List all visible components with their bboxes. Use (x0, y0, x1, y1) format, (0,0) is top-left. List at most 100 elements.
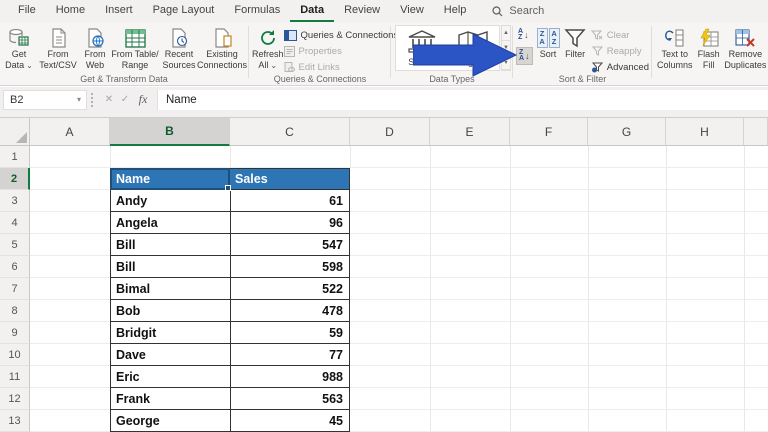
filter-button[interactable]: Filter (564, 25, 587, 60)
cell-A10[interactable] (30, 344, 110, 366)
tab-view[interactable]: View (390, 0, 434, 22)
column-header-A[interactable]: A (30, 118, 110, 146)
cell-A5[interactable] (30, 234, 110, 256)
cell-C12[interactable]: 563 (230, 388, 350, 410)
column-header-C[interactable]: C (230, 118, 350, 146)
cell-C4[interactable]: 96 (230, 212, 350, 234)
row-header-13[interactable]: 13 (0, 410, 30, 432)
cell-C13[interactable]: 45 (230, 410, 350, 432)
cell-C10[interactable]: 77 (230, 344, 350, 366)
row-header-7[interactable]: 7 (0, 278, 30, 300)
from-text-csv-button[interactable]: From Text/CSV (36, 25, 80, 71)
cell-B11[interactable]: Eric (110, 366, 230, 388)
cell-A4[interactable] (30, 212, 110, 234)
row-header-5[interactable]: 5 (0, 234, 30, 256)
cell-C7[interactable]: 522 (230, 278, 350, 300)
remove-duplicates-button[interactable]: Remove Duplicates (723, 25, 768, 71)
get-data-button[interactable]: Get Data (2, 25, 36, 71)
empty-cells[interactable] (350, 234, 768, 256)
advanced-filter-button[interactable]: Advanced (591, 60, 649, 75)
column-header-H[interactable]: H (666, 118, 744, 146)
row-header-2[interactable]: 2 (0, 168, 30, 190)
empty-cells[interactable] (350, 256, 768, 278)
empty-cells[interactable] (350, 388, 768, 410)
refresh-all-button[interactable]: Refresh All (252, 25, 284, 71)
sort-button[interactable]: ZAAZ Sort (536, 25, 560, 60)
row-header-12[interactable]: 12 (0, 388, 30, 410)
empty-cells[interactable] (350, 366, 768, 388)
cell-B2-selected[interactable]: Name (110, 168, 231, 191)
empty-cells[interactable] (350, 190, 768, 212)
cell-B9[interactable]: Bridgit (110, 322, 230, 344)
queries-connections-button[interactable]: Queries & Connections (283, 28, 398, 43)
row-header-3[interactable]: 3 (0, 190, 30, 212)
tab-help[interactable]: Help (434, 0, 477, 22)
select-all-corner[interactable] (0, 118, 30, 146)
row-header-6[interactable]: 6 (0, 256, 30, 278)
row-header-1[interactable]: 1 (0, 146, 30, 168)
empty-cells[interactable] (350, 322, 768, 344)
name-box[interactable]: B2 ▾ (3, 89, 87, 110)
cell-C3[interactable]: 61 (230, 190, 350, 212)
flash-fill-button[interactable]: Flash Fill (695, 25, 723, 71)
cell-B4[interactable]: Angela (110, 212, 230, 234)
column-header-B[interactable]: B (110, 118, 230, 146)
tab-page-layout[interactable]: Page Layout (143, 0, 225, 22)
column-header-E[interactable]: E (430, 118, 510, 146)
cell-A13[interactable] (30, 410, 110, 432)
empty-cells[interactable] (350, 212, 768, 234)
cell-B7[interactable]: Bimal (110, 278, 230, 300)
cell-B6[interactable]: Bill (110, 256, 230, 278)
empty-cells[interactable] (350, 410, 768, 432)
from-web-button[interactable]: From Web (80, 25, 110, 71)
from-table-range-button[interactable]: From Table/Range (110, 25, 160, 71)
existing-connections-button[interactable]: Existing Connections (197, 25, 247, 71)
search-box[interactable]: Search (492, 0, 544, 22)
row-header-10[interactable]: 10 (0, 344, 30, 366)
cell-A12[interactable] (30, 388, 110, 410)
cell-A9[interactable] (30, 322, 110, 344)
column-header-D[interactable]: D (350, 118, 430, 146)
cell-B3[interactable]: Andy (110, 190, 230, 212)
cell-A11[interactable] (30, 366, 110, 388)
text-to-columns-button[interactable]: Text to Columns (655, 25, 695, 71)
name-box-caret-icon[interactable]: ▾ (77, 95, 86, 104)
row-header-8[interactable]: 8 (0, 300, 30, 322)
empty-cells[interactable] (350, 168, 768, 190)
formula-input[interactable]: Name (157, 89, 768, 110)
cell-B12[interactable]: Frank (110, 388, 230, 410)
tab-insert[interactable]: Insert (95, 0, 143, 22)
insert-function-button[interactable]: fx (133, 92, 153, 107)
cell-A6[interactable] (30, 256, 110, 278)
cell-A2[interactable] (30, 168, 110, 190)
tab-review[interactable]: Review (334, 0, 390, 22)
row-header-4[interactable]: 4 (0, 212, 30, 234)
empty-cells[interactable] (350, 344, 768, 366)
cell-B5[interactable]: Bill (110, 234, 230, 256)
cell-C5[interactable]: 547 (230, 234, 350, 256)
cell-C8[interactable]: 478 (230, 300, 350, 322)
cell-B8[interactable]: Bob (110, 300, 230, 322)
cell-A8[interactable] (30, 300, 110, 322)
cell-B13[interactable]: George (110, 410, 230, 432)
cell-A7[interactable] (30, 278, 110, 300)
column-header-partial[interactable] (744, 118, 768, 146)
empty-cells[interactable] (350, 300, 768, 322)
row-header-11[interactable]: 11 (0, 366, 30, 388)
empty-cells[interactable] (350, 278, 768, 300)
cell-B10[interactable]: Dave (110, 344, 230, 366)
cell-C11[interactable]: 988 (230, 366, 350, 388)
tab-formulas[interactable]: Formulas (224, 0, 290, 22)
cell-C6[interactable]: 598 (230, 256, 350, 278)
empty-cells[interactable] (30, 146, 768, 168)
recent-sources-button[interactable]: Recent Sources (160, 25, 198, 71)
tab-file[interactable]: File (8, 0, 46, 22)
cell-A3[interactable] (30, 190, 110, 212)
tab-home[interactable]: Home (46, 0, 95, 22)
tab-data[interactable]: Data (290, 0, 335, 22)
cell-C9[interactable]: 59 (230, 322, 350, 344)
column-header-G[interactable]: G (588, 118, 666, 146)
cell-C2[interactable]: Sales (230, 168, 350, 190)
column-header-F[interactable]: F (510, 118, 588, 146)
row-header-9[interactable]: 9 (0, 322, 30, 344)
